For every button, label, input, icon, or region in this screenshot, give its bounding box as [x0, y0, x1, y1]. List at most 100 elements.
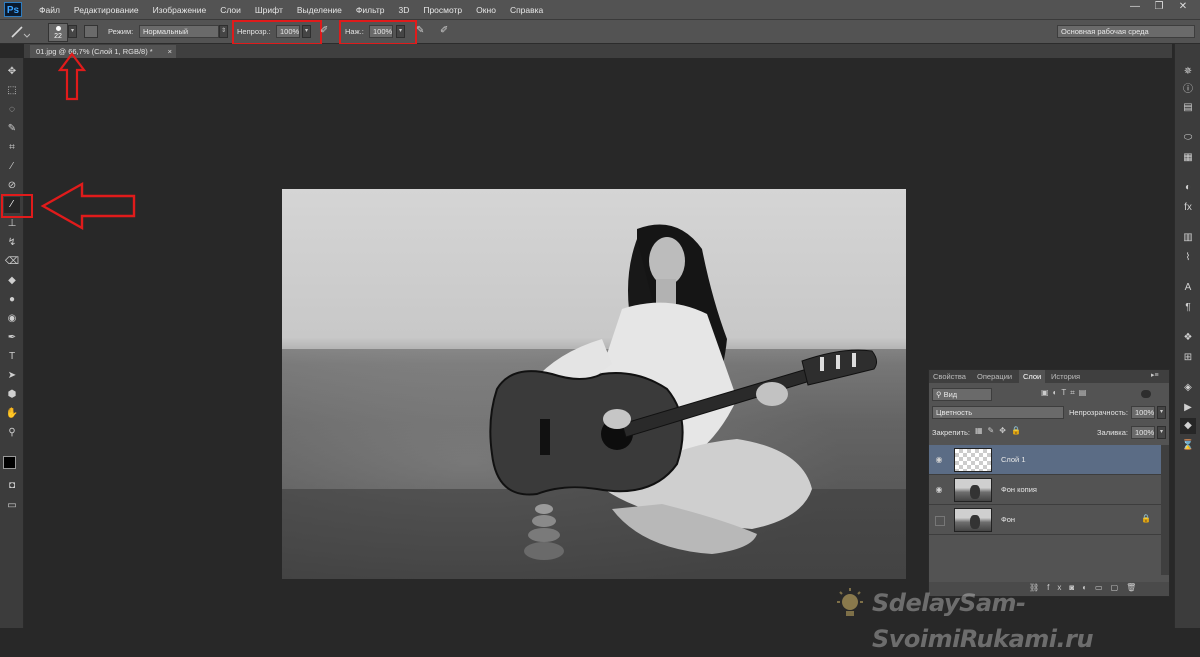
- tablet-pressure-opacity-icon[interactable]: ✐: [320, 25, 334, 39]
- menu-3d[interactable]: 3D: [391, 0, 416, 20]
- tab-actions[interactable]: Операции: [973, 370, 1016, 383]
- menu-window[interactable]: Окно: [469, 0, 503, 20]
- clone-source-icon[interactable]: ◈: [1180, 380, 1196, 396]
- workspace-select[interactable]: Основная рабочая среда: [1057, 25, 1195, 38]
- site-watermark: SdelaySam-SvoimiRukami.ru: [872, 589, 1094, 653]
- styles-icon[interactable]: fx: [1180, 200, 1196, 216]
- tab-layers[interactable]: Слои: [1019, 370, 1046, 383]
- tab-properties[interactable]: Свойства: [929, 370, 970, 383]
- pen-tool-icon[interactable]: ✒: [4, 330, 20, 346]
- fill-input[interactable]: 100%: [1131, 426, 1155, 439]
- quick-mask-icon[interactable]: ◘: [4, 478, 20, 494]
- type-tool-icon[interactable]: T: [4, 349, 20, 365]
- tablet-pressure-size-icon[interactable]: ✐: [440, 25, 454, 39]
- layer-row-background-copy[interactable]: ◉ Фон копия: [929, 475, 1161, 505]
- close-button[interactable]: ✕: [1172, 0, 1194, 14]
- panel-menu-icon[interactable]: ▸≡: [1151, 371, 1167, 382]
- blend-mode-select[interactable]: Цветность: [932, 406, 1064, 419]
- layer-filter-label: Вид: [943, 390, 958, 399]
- pressure-input[interactable]: 100%: [369, 25, 393, 38]
- layers-scrollbar[interactable]: [1161, 445, 1169, 575]
- foreground-color-swatch[interactable]: [3, 456, 16, 469]
- brush-panel-icon[interactable]: [84, 25, 98, 38]
- layer-opacity-dropdown[interactable]: ▾: [1157, 406, 1166, 419]
- visibility-eye-icon[interactable]: ◉: [933, 454, 945, 466]
- blur-tool-icon[interactable]: ●: [4, 292, 20, 308]
- brush-size-dropdown[interactable]: ▾: [68, 25, 77, 38]
- marquee-tool-icon[interactable]: ⬚: [4, 83, 20, 99]
- menu-image[interactable]: Изображение: [146, 0, 214, 20]
- crop-tool-icon[interactable]: ⌗: [4, 140, 20, 156]
- opacity-dropdown[interactable]: ▾: [302, 25, 311, 38]
- lasso-tool-icon[interactable]: ◌: [4, 102, 20, 118]
- lock-icons[interactable]: ▦✎✥🔒: [975, 426, 1045, 438]
- menu-type[interactable]: Шрифт: [248, 0, 290, 20]
- shape-tool-icon[interactable]: ⬢: [4, 387, 20, 403]
- brush-presets-icon[interactable]: ⬭: [1180, 130, 1196, 146]
- info-icon[interactable]: ⓘ: [1180, 82, 1196, 98]
- menu-file[interactable]: Файл: [32, 0, 67, 20]
- screen-mode-icon[interactable]: ▭: [4, 498, 20, 514]
- minimize-button[interactable]: —: [1124, 0, 1146, 14]
- menu-layers[interactable]: Слои: [213, 0, 248, 20]
- layer-filter-icons[interactable]: ▣◐T⌗▤: [1041, 388, 1121, 401]
- 3d-icon[interactable]: ❖: [1180, 330, 1196, 346]
- canvas-photo[interactable]: [282, 189, 906, 579]
- layer-filter-select[interactable]: ⚲ Вид: [932, 388, 992, 401]
- character-icon[interactable]: A: [1180, 280, 1196, 296]
- document-tab-close-icon[interactable]: ×: [168, 45, 172, 58]
- restore-button[interactable]: ❐: [1148, 0, 1170, 14]
- airbrush-icon[interactable]: ✎: [416, 25, 430, 39]
- layer-row-layer1[interactable]: ◉ Слой 1: [929, 445, 1161, 475]
- channels-icon[interactable]: ▥: [1180, 230, 1196, 246]
- history-icon[interactable]: ⌛: [1180, 438, 1196, 454]
- brush-tool-preset-icon[interactable]: [8, 25, 31, 39]
- history-brush-tool-icon[interactable]: ↯: [4, 235, 20, 251]
- tab-history[interactable]: История: [1047, 370, 1084, 383]
- layer-name: Слой 1: [1001, 455, 1026, 464]
- pressure-dropdown[interactable]: ▾: [396, 25, 405, 38]
- paint-bucket-tool-icon[interactable]: ◆: [4, 273, 20, 289]
- menu-select[interactable]: Выделение: [290, 0, 349, 20]
- brush-size-value: 22: [54, 33, 62, 40]
- paragraph-icon[interactable]: ¶: [1180, 300, 1196, 316]
- mode-dropdown[interactable]: ⇕: [219, 25, 228, 38]
- paths-icon[interactable]: ⌇: [1180, 250, 1196, 266]
- brush-size-picker[interactable]: 22: [48, 23, 68, 42]
- fill-dropdown[interactable]: ▾: [1157, 426, 1166, 439]
- visibility-empty-box[interactable]: [935, 516, 945, 526]
- visibility-eye-icon[interactable]: ◉: [933, 484, 945, 496]
- eraser-tool-icon[interactable]: ⌫: [4, 254, 20, 270]
- menu-filter[interactable]: Фильтр: [349, 0, 392, 20]
- histogram-icon[interactable]: ▤: [1180, 100, 1196, 116]
- zoom-tool-icon[interactable]: ⚲: [4, 425, 20, 441]
- opacity-input[interactable]: 100%: [276, 25, 300, 38]
- move-tool-icon[interactable]: ✥: [4, 64, 20, 80]
- document-tab[interactable]: 01.jpg @ 66,7% (Слой 1, RGB/8) * ×: [30, 45, 176, 58]
- layer-opacity-input[interactable]: 100%: [1131, 406, 1155, 419]
- app-logo: Ps: [4, 2, 22, 17]
- adjustments-icon[interactable]: ◐: [1180, 180, 1196, 196]
- mode-select[interactable]: Нормальный: [139, 25, 219, 38]
- eyedropper-tool-icon[interactable]: ⁄: [4, 159, 20, 175]
- clone-stamp-tool-icon[interactable]: ⊥: [4, 216, 20, 232]
- mode-label: Режим:: [108, 27, 134, 36]
- filter-toggle[interactable]: [1141, 390, 1151, 398]
- menu-edit[interactable]: Редактирование: [67, 0, 146, 20]
- dodge-tool-icon[interactable]: ◉: [4, 311, 20, 327]
- left-arrow-annotation: [40, 181, 136, 231]
- hand-tool-icon[interactable]: ✋: [4, 406, 20, 422]
- lock-label: Закрепить:: [932, 428, 971, 437]
- menu-help[interactable]: Справка: [503, 0, 550, 20]
- navigator-icon[interactable]: ✵: [1180, 64, 1196, 80]
- actions-icon[interactable]: ▶: [1180, 400, 1196, 416]
- quick-select-tool-icon[interactable]: ✎: [4, 121, 20, 137]
- menu-view[interactable]: Просмотр: [416, 0, 469, 20]
- timeline-icon[interactable]: ⊞: [1180, 350, 1196, 366]
- layers-panel-icon[interactable]: ◆: [1180, 418, 1196, 434]
- document-tab-title: 01.jpg @ 66,7% (Слой 1, RGB/8) *: [36, 47, 153, 56]
- healing-brush-tool-icon[interactable]: ⊘: [4, 178, 20, 194]
- swatches-icon[interactable]: ▦: [1180, 150, 1196, 166]
- layer-row-background[interactable]: Фон 🔒: [929, 505, 1161, 535]
- path-selection-tool-icon[interactable]: ➤: [4, 368, 20, 384]
